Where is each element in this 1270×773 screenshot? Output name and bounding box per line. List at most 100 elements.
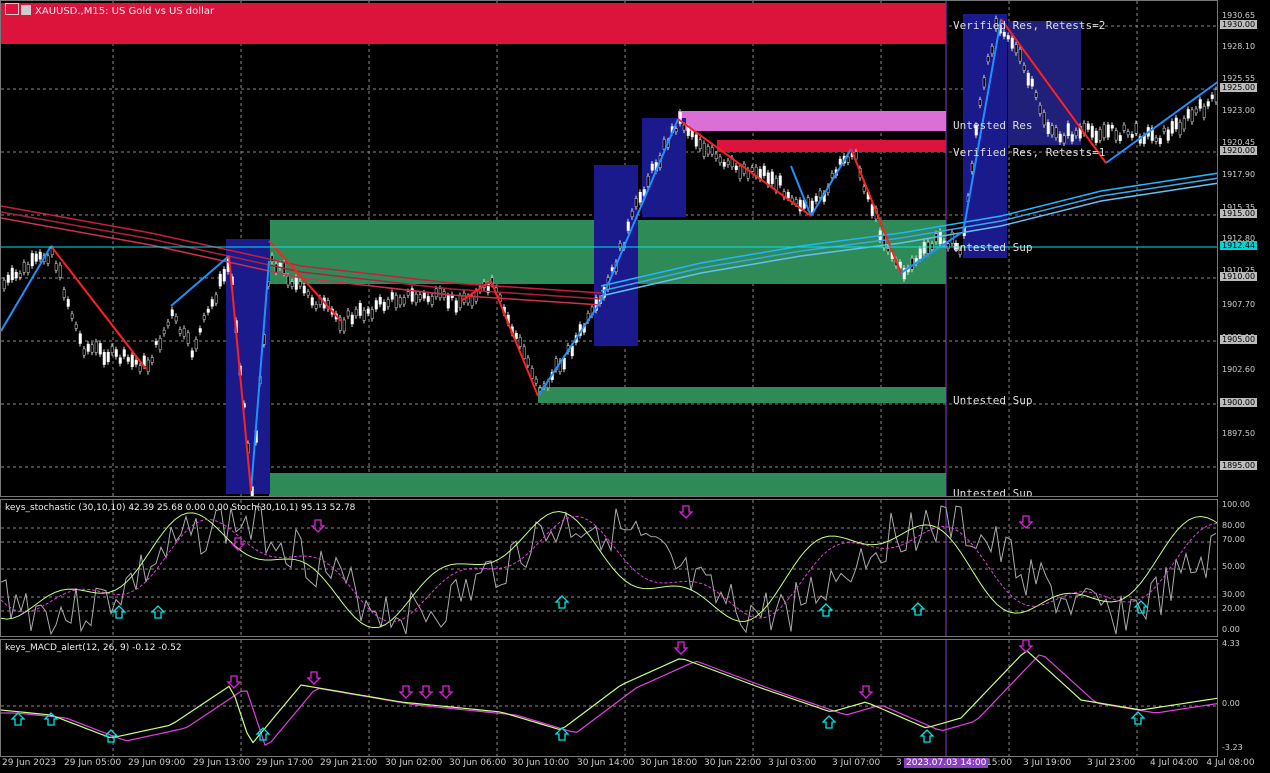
time-tick: 29 Jun 17:00 <box>256 758 314 768</box>
candle-body <box>882 235 886 249</box>
price-axis[interactable]: 1930.65 1928.10 1925.55 1923.00 1920.45 1917.… <box>1218 0 1270 757</box>
macd-signal-line <box>1 654 1217 746</box>
candle-body <box>1034 92 1038 98</box>
candle-body <box>310 297 314 306</box>
zone-label-untested-res: Untested Res <box>953 119 1033 132</box>
zigzag-down-segment <box>50 245 147 370</box>
time-tick: 29 Jun 13:00 <box>193 758 251 768</box>
time-tick: 29 Jun 09:00 <box>128 758 186 768</box>
candle-body <box>58 264 62 278</box>
candle-body <box>1074 130 1078 137</box>
candle-body <box>1106 124 1110 138</box>
candle-body <box>814 196 818 202</box>
price-chart-pane[interactable]: XAUUSD.,M15: US Gold vs US dollar Verifi… <box>0 0 1218 497</box>
candle-body <box>750 167 754 172</box>
macd-level-tick: 4.33 <box>1222 639 1240 648</box>
price-tick: 1897.50 <box>1222 429 1256 438</box>
candle-body <box>114 349 118 357</box>
candle-body <box>398 297 402 306</box>
candle-body <box>2 279 6 290</box>
candle-body <box>214 294 218 304</box>
candle-body <box>358 303 362 316</box>
candle-body <box>302 285 306 294</box>
candle-body <box>118 357 122 364</box>
price-level-box: 1910.00 <box>1220 272 1258 281</box>
candle-body <box>534 378 538 384</box>
candle-body <box>638 191 642 203</box>
zone-label-untested-sup-3: Untested Sup <box>953 487 1033 497</box>
zone-label-verified-res-2: Verified Res, Retests=2 <box>953 19 1106 32</box>
candle-body <box>390 292 394 300</box>
candle-body <box>430 296 434 305</box>
candle-body <box>698 139 702 149</box>
candle-body <box>362 310 366 321</box>
candle-body <box>1066 123 1070 136</box>
candle-body <box>162 329 166 334</box>
price-level-box: 1905.00 <box>1220 335 1258 344</box>
sell-arrow-icon <box>398 685 414 699</box>
candle-body <box>1182 118 1186 130</box>
candle-body <box>418 294 422 300</box>
candle-body <box>886 248 890 253</box>
price-level-box: 1925.00 <box>1220 83 1258 92</box>
candle-body <box>1102 124 1106 138</box>
candle-body <box>22 262 26 273</box>
candle-body <box>690 130 694 138</box>
candle-body <box>986 56 990 63</box>
candle-body <box>62 289 66 298</box>
sell-arrow-icon <box>306 671 322 685</box>
candle-body <box>90 344 94 353</box>
candle-body <box>1046 122 1050 134</box>
candle-body <box>718 156 722 163</box>
candle-body <box>922 242 926 254</box>
price-level-box: 1930.00 <box>1220 20 1258 29</box>
time-tick: 29 Jun 05:00 <box>64 758 122 768</box>
price-level-box: 1915.00 <box>1220 209 1258 218</box>
zigzag-up-segment <box>1 245 52 332</box>
time-axis[interactable]: 29 Jun 2023 29 Jun 05:00 29 Jun 09:00 29 Ju… <box>0 757 1270 773</box>
candle-body <box>1134 123 1138 134</box>
candle-body <box>626 221 630 231</box>
candle-body <box>1010 37 1014 49</box>
chart-title: XAUUSD.,M15: US Gold vs US dollar <box>5 3 214 17</box>
impulse-box <box>594 165 638 346</box>
candle-body <box>514 332 518 339</box>
candle-body <box>1174 117 1178 130</box>
price-level-box: 1900.00 <box>1220 398 1258 407</box>
time-tick: 3 Jul 19:00 <box>1023 758 1072 768</box>
candle-body <box>562 357 566 370</box>
time-tick: 30 Jun 22:00 <box>704 758 762 768</box>
macd-canvas <box>1 640 1217 756</box>
candle-body <box>222 268 226 282</box>
candle-body <box>190 350 194 358</box>
candle-body <box>938 231 942 244</box>
candle-body <box>366 308 370 314</box>
candle-body <box>270 255 274 262</box>
candle-body <box>354 308 358 316</box>
candle-body <box>1154 137 1158 142</box>
candle-body <box>926 241 930 254</box>
candle-body <box>1206 101 1210 107</box>
candle-body <box>18 273 22 278</box>
macd-pane[interactable]: keys_MACD_alert(12, 26, 9) -0.12 -0.52 <box>0 639 1218 757</box>
candle-body <box>1070 134 1074 142</box>
candle-body <box>1158 138 1162 145</box>
candle-body <box>650 163 654 171</box>
candle-body <box>146 359 150 373</box>
candle-body <box>370 309 374 319</box>
chart-menu-icon[interactable] <box>5 3 19 15</box>
stochastic-level-tick: 0.00 <box>1222 625 1240 634</box>
time-tick: 29 Jun 21:00 <box>320 758 378 768</box>
stochastic-pane[interactable]: keys_stochastic (30,10,10) 42.39 25.68 0… <box>0 499 1218 637</box>
candle-body <box>1166 129 1170 141</box>
candle-body <box>770 171 774 184</box>
candle-body <box>178 329 182 334</box>
time-tick: 3 Jul 07:00 <box>832 758 881 768</box>
zigzag-up-segment <box>810 148 852 217</box>
candle-body <box>126 357 130 362</box>
candle-body <box>86 343 90 352</box>
verified-res-1-zone <box>717 140 946 152</box>
price-tick: 1917.90 <box>1222 170 1256 179</box>
candle-body <box>182 328 186 337</box>
candle-body <box>274 263 278 273</box>
